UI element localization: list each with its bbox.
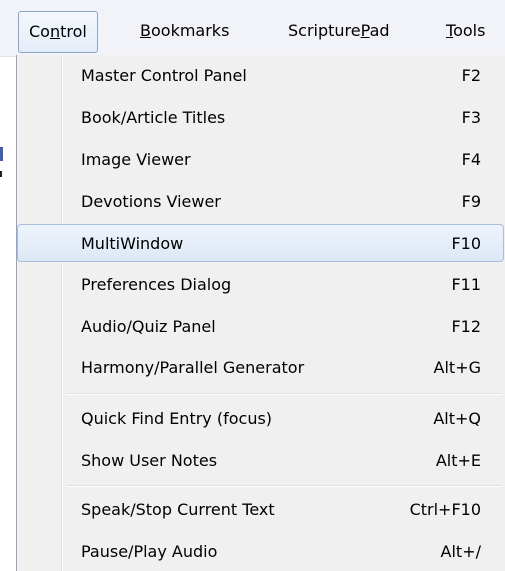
menu-item-shortcut: Alt+/ bbox=[440, 542, 481, 561]
menu-item-shortcut: F9 bbox=[461, 192, 481, 211]
menu-item-shortcut: F3 bbox=[461, 108, 481, 127]
background-mark bbox=[0, 147, 3, 161]
menu-item-label: Show User Notes bbox=[81, 451, 218, 470]
menu-item-pause-play-audio[interactable]: Pause/Play Audio Alt+/ bbox=[17, 533, 504, 571]
menu-item-label: Pause/Play Audio bbox=[81, 542, 218, 561]
menu-item-label: Master Control Panel bbox=[81, 66, 247, 85]
menu-bar: Control Bookmarks ScripturePad Tools bbox=[0, 0, 505, 57]
menu-item-shortcut: F12 bbox=[451, 317, 481, 336]
menu-item-preferences-dialog[interactable]: Preferences Dialog F11 bbox=[17, 266, 504, 304]
menu-item-label: Preferences Dialog bbox=[81, 275, 232, 294]
menu-scripturepad[interactable]: ScripturePad bbox=[288, 12, 390, 50]
menu-item-shortcut: Alt+Q bbox=[433, 409, 481, 428]
menu-item-master-control-panel[interactable]: Master Control Panel F2 bbox=[17, 57, 504, 95]
menu-item-shortcut: F11 bbox=[451, 275, 481, 294]
menu-tools[interactable]: Tools bbox=[446, 12, 485, 50]
menu-bookmarks[interactable]: Bookmarks bbox=[140, 12, 229, 50]
menu-item-label: Quick Find Entry (focus) bbox=[81, 409, 273, 428]
menu-item-shortcut: F2 bbox=[461, 66, 481, 85]
menu-control[interactable]: Control bbox=[18, 11, 98, 53]
menu-item-label: MultiWindow bbox=[81, 234, 184, 253]
menu-item-speak-stop-current-text[interactable]: Speak/Stop Current Text Ctrl+F10 bbox=[17, 491, 504, 529]
control-dropdown-menu: Master Control Panel F2 Book/Article Tit… bbox=[16, 55, 505, 571]
background-mark bbox=[0, 171, 2, 177]
menu-item-show-user-notes[interactable]: Show User Notes Alt+E bbox=[17, 442, 504, 480]
menu-item-label: Devotions Viewer bbox=[81, 192, 221, 211]
menu-separator bbox=[67, 393, 501, 395]
menu-item-audio-quiz-panel[interactable]: Audio/Quiz Panel F12 bbox=[17, 308, 504, 346]
menu-item-image-viewer[interactable]: Image Viewer F4 bbox=[17, 141, 504, 179]
menu-item-quick-find-entry[interactable]: Quick Find Entry (focus) Alt+Q bbox=[17, 400, 504, 438]
menu-item-shortcut: F4 bbox=[461, 150, 481, 169]
menu-item-label: Book/Article Titles bbox=[81, 108, 226, 127]
menu-item-multiwindow[interactable]: MultiWindow F10 bbox=[17, 224, 504, 262]
menu-item-label: Image Viewer bbox=[81, 150, 191, 169]
menu-item-shortcut: Alt+G bbox=[433, 358, 481, 377]
menu-item-label: Speak/Stop Current Text bbox=[81, 500, 275, 519]
background-content bbox=[0, 57, 16, 571]
menu-item-label: Harmony/Parallel Generator bbox=[81, 358, 305, 377]
menu-item-harmony-parallel-generator[interactable]: Harmony/Parallel Generator Alt+G bbox=[17, 349, 504, 387]
menu-item-shortcut: F10 bbox=[451, 234, 481, 253]
menu-item-shortcut: Ctrl+F10 bbox=[409, 500, 481, 519]
menu-separator bbox=[67, 485, 501, 487]
menu-item-devotions-viewer[interactable]: Devotions Viewer F9 bbox=[17, 183, 504, 221]
menu-item-shortcut: Alt+E bbox=[435, 451, 481, 470]
app-window: Control Bookmarks ScripturePad Tools Mas… bbox=[0, 0, 505, 571]
menu-item-book-article-titles[interactable]: Book/Article Titles F3 bbox=[17, 99, 504, 137]
menu-item-label: Audio/Quiz Panel bbox=[81, 317, 216, 336]
